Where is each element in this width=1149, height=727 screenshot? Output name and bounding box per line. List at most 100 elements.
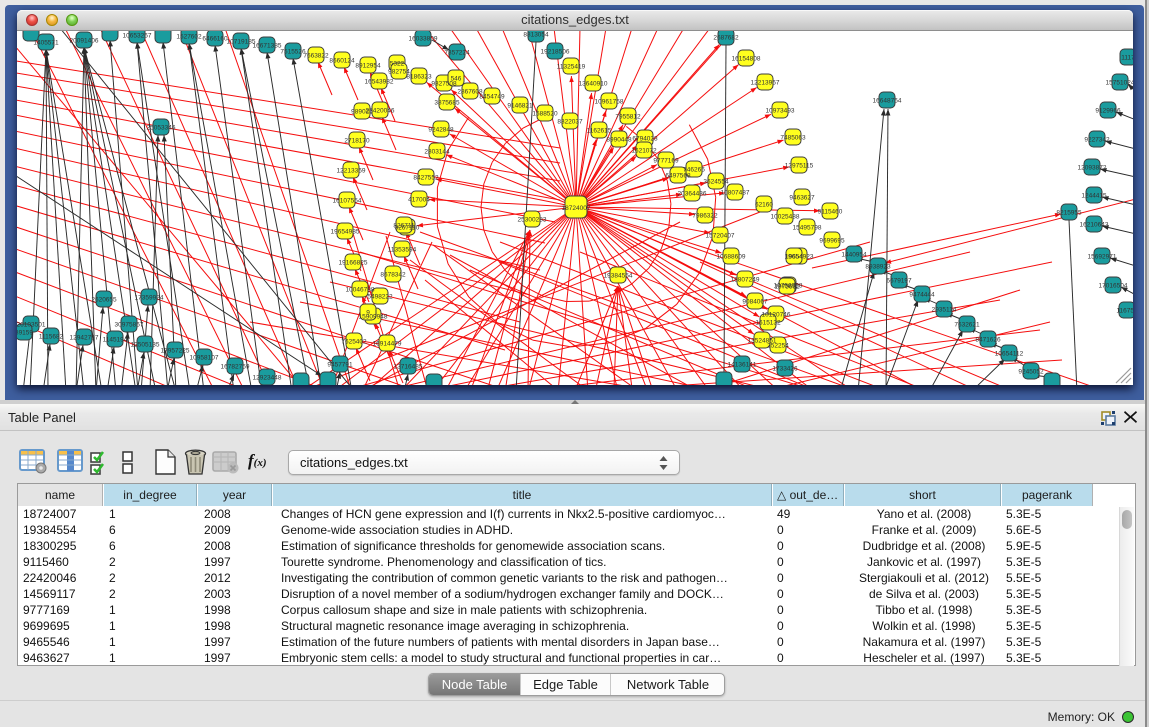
svg-text:1621072: 1621072 [631,148,657,155]
svg-text:19384554: 19384554 [604,273,633,280]
svg-text:7986322: 7986322 [692,213,718,220]
svg-text:8322037: 8322037 [557,119,583,126]
svg-text:19654985: 19654985 [331,229,360,236]
svg-text:8427552: 8427552 [413,175,439,182]
svg-text:10688609: 10688609 [717,254,746,261]
svg-text:15909948: 15909948 [359,314,388,321]
svg-text:20091406: 20091406 [70,38,99,45]
svg-text:8454749: 8454749 [479,94,505,101]
svg-text:5498222: 5498222 [367,294,393,301]
svg-text:9227342: 9227342 [1084,137,1110,144]
svg-text:1615132: 1615132 [755,320,781,327]
svg-text:9463627: 9463627 [789,195,815,202]
svg-text:10025488: 10025488 [771,214,800,221]
svg-text:8912954: 8912954 [355,63,381,70]
svg-text:5322: 5322 [390,61,405,68]
svg-text:10653267: 10653267 [123,33,152,40]
svg-text:17359924: 17359924 [135,295,164,302]
svg-text:1527602: 1527602 [176,34,202,41]
svg-text:1162615: 1162615 [587,128,612,135]
svg-text:30975867: 30975867 [115,322,144,329]
svg-text:8938923: 8938923 [865,264,891,271]
svg-text:6679197: 6679197 [886,278,912,285]
svg-text:9242848: 9242848 [428,127,454,134]
svg-text:12213369: 12213369 [337,168,366,175]
svg-text:3875685: 3875685 [434,100,460,107]
svg-text:12505135: 12505135 [131,342,160,349]
svg-text:10958107: 10958107 [190,355,219,362]
svg-text:16107554: 16107554 [333,198,362,205]
svg-text:8813054: 8813054 [523,32,549,39]
svg-text:16648764: 16648764 [873,98,902,105]
svg-text:9146821: 9146821 [507,103,533,110]
svg-text:9777169: 9777169 [653,158,679,165]
svg-text:19654: 19654 [785,254,803,261]
svg-text:9474444: 9474444 [909,292,935,299]
svg-text:1440954: 1440954 [841,252,867,259]
svg-text:19218506: 19218506 [541,49,570,56]
svg-text:9129966: 9129966 [1095,108,1121,115]
svg-text:62160: 62160 [755,202,773,209]
svg-text:9115460: 9115460 [818,209,843,216]
svg-text:1117: 1117 [1121,55,1133,62]
svg-text:6466160: 6466160 [202,36,228,43]
svg-text:7663822: 7663822 [303,53,329,60]
svg-text:26103501: 26103501 [17,322,46,329]
svg-text:8186323: 8186323 [406,74,432,81]
svg-text:12093872: 12093872 [1078,165,1107,172]
svg-text:1115682: 1115682 [39,334,64,341]
svg-text:17016504: 17016504 [1099,283,1128,290]
svg-text:252254: 252254 [767,343,789,350]
svg-text:17957225: 17957225 [161,348,190,355]
svg-text:19166825: 19166825 [339,260,368,267]
svg-text:8678342: 8678342 [380,272,406,279]
svg-text:6794028: 6794028 [632,136,658,143]
svg-text:12942757: 12942757 [70,335,99,342]
svg-text:9245052: 9245052 [1018,369,1044,376]
svg-text:10120746: 10120746 [762,312,791,319]
svg-text:6497568: 6497568 [665,173,691,180]
svg-text:13640910: 13640910 [579,81,608,88]
svg-text:2620655: 2620655 [91,297,117,304]
svg-text:7632621: 7632621 [954,322,980,329]
svg-text:1975692: 1975692 [774,284,800,291]
svg-text:2935114: 2935114 [932,307,957,314]
svg-text:15751024: 15751024 [1106,80,1133,87]
svg-text:7515526: 7515526 [280,49,306,56]
svg-text:16210643: 16210643 [1080,222,1109,229]
svg-text:12975115: 12975115 [785,163,814,170]
svg-text:16782759: 16782759 [221,364,250,371]
svg-text:13716485: 13716485 [394,364,423,371]
svg-text:7625402: 7625402 [341,339,367,346]
svg-text:16543982: 16543982 [365,79,394,86]
svg-text:15720407: 15720407 [706,233,735,240]
svg-text:826711: 826711 [393,223,415,230]
svg-text:2687682: 2687682 [713,35,739,42]
svg-text:25300283: 25300283 [518,217,547,224]
svg-text:20364436: 20364436 [678,191,707,198]
svg-text:1405571: 1405571 [33,40,59,47]
svg-text:16671385: 16671385 [253,43,282,50]
svg-text:1244415: 1244415 [1081,193,1107,200]
svg-text:417004: 417004 [408,197,430,204]
svg-text:2803144: 2803144 [424,149,450,156]
svg-text:16154808: 16154808 [732,56,761,63]
svg-text:7955812: 7955812 [615,114,641,121]
svg-text:989026: 989026 [351,109,373,116]
svg-text:12923448: 12923448 [253,375,282,382]
svg-text:9457791: 9457791 [327,362,353,369]
svg-text:16033809: 16033809 [409,36,438,43]
svg-text:9084067: 9084067 [742,299,768,306]
svg-text:8660124: 8660124 [329,58,355,65]
svg-text:1733426: 1733426 [772,366,798,373]
svg-text:10654112: 10654112 [995,351,1024,358]
svg-text:18807249: 18807249 [731,277,760,284]
svg-text:7485063: 7485063 [780,135,806,142]
svg-text:9699695: 9699695 [819,238,845,245]
svg-text:1588520: 1588520 [532,111,558,118]
svg-text:9: 9 [366,310,370,317]
svg-text:546: 546 [451,76,462,83]
svg-text:116753: 116753 [1116,308,1133,315]
svg-text:14136141: 14136141 [728,362,757,369]
svg-text:39159: 39159 [17,330,33,337]
